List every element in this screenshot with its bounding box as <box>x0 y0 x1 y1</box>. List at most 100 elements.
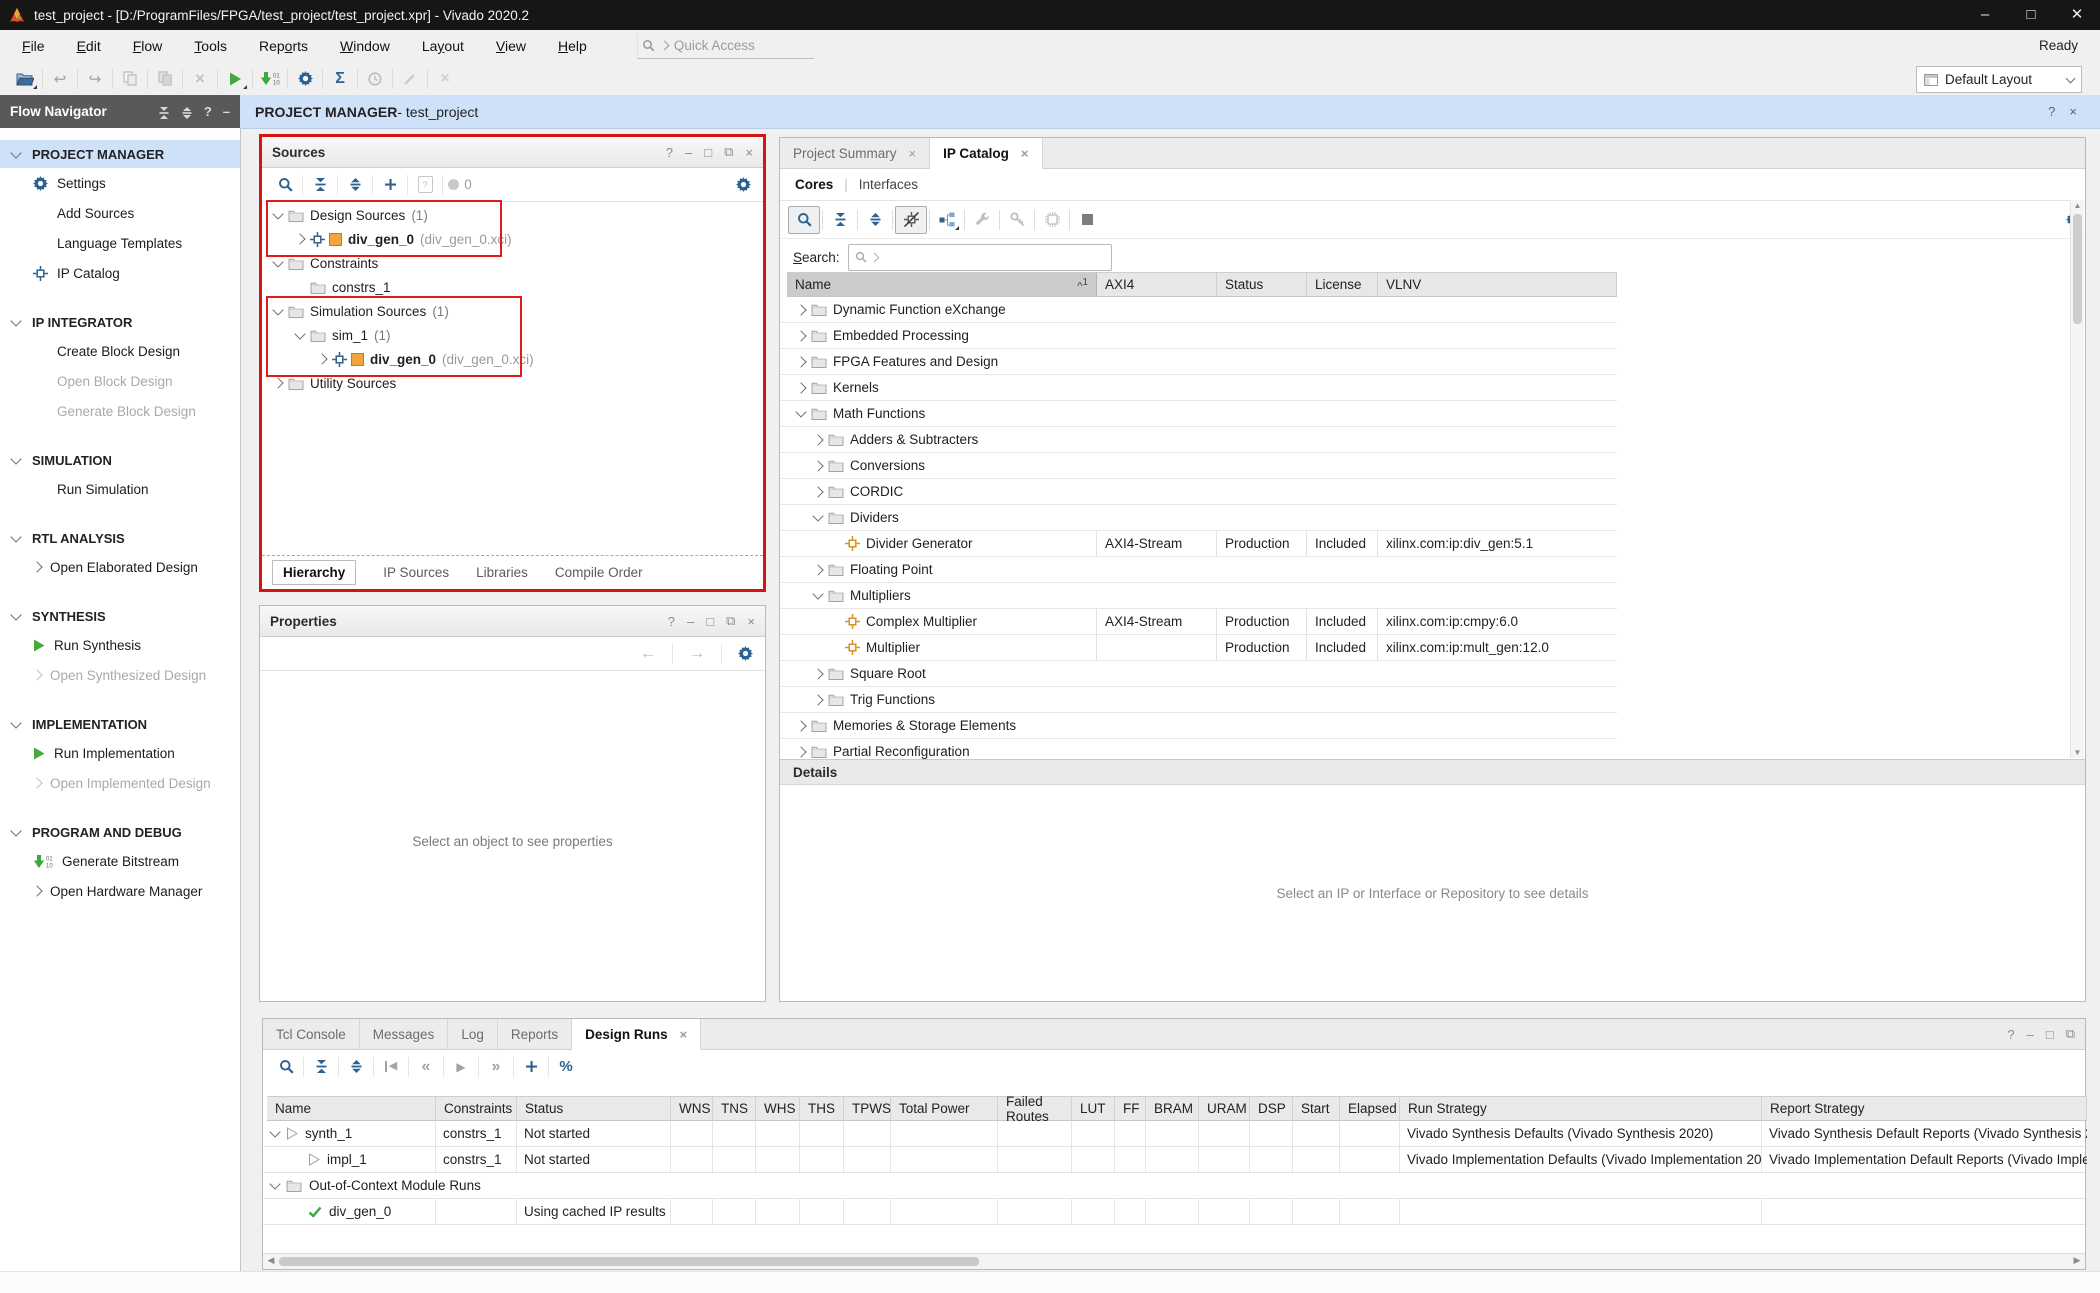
catalog-row-dynamic-function-exchange[interactable]: Dynamic Function eXchange <box>780 297 1617 323</box>
catalog-row-divider-generator[interactable]: Divider GeneratorAXI4-StreamProductionIn… <box>780 531 1617 557</box>
step-back-button[interactable]: « <box>411 1054 441 1080</box>
run-row-synth-1[interactable]: synth_1constrs_1Not startedVivado Synthe… <box>263 1121 2085 1147</box>
column-header-uram[interactable]: URAM <box>1199 1096 1250 1121</box>
flownav-section-header-ip-integrator[interactable]: IP INTEGRATOR <box>0 308 240 336</box>
properties-doc-button[interactable]: ? <box>410 172 440 198</box>
tab-ip-catalog[interactable]: IP Catalog× <box>930 138 1042 169</box>
source-tree-item-utility-sources[interactable]: Utility Sources <box>262 371 763 395</box>
chevron-down-icon[interactable] <box>294 328 305 339</box>
elapsed-time-button[interactable] <box>360 66 390 92</box>
column-header-axi4[interactable]: AXI4 <box>1097 272 1217 297</box>
column-header-start[interactable]: Start <box>1293 1096 1340 1121</box>
help-icon[interactable]: ? <box>204 104 212 119</box>
vertical-scrollbar[interactable]: ▲ ▼ <box>2070 200 2084 758</box>
paste-button[interactable] <box>150 66 180 92</box>
layout-selector[interactable]: Default Layout <box>1916 66 2082 93</box>
play-button[interactable]: ▶ <box>446 1054 476 1080</box>
column-header-status[interactable]: Status <box>1217 272 1307 297</box>
minimize-icon[interactable]: – <box>687 614 694 629</box>
maximize-icon[interactable]: □ <box>2008 0 2054 30</box>
add-button[interactable] <box>375 172 405 198</box>
expand-all-button[interactable] <box>860 207 890 233</box>
close-icon[interactable]: × <box>680 1027 688 1042</box>
source-tree-item-design-sources[interactable]: Design Sources(1) <box>262 203 763 227</box>
chevron-right-icon[interactable] <box>795 356 806 367</box>
column-header-license[interactable]: License <box>1307 272 1378 297</box>
scroll-right-icon[interactable]: ▶ <box>2070 1255 2084 1266</box>
sources-tab-ip-sources[interactable]: IP Sources <box>383 565 449 580</box>
menu-view[interactable]: View <box>480 38 542 54</box>
chevron-right-icon[interactable] <box>812 694 823 705</box>
run-row-out-of-context-module-runs[interactable]: Out-of-Context Module Runs <box>263 1173 2085 1199</box>
menu-help[interactable]: Help <box>542 38 603 54</box>
help-icon[interactable]: ? <box>668 614 675 629</box>
search-button[interactable] <box>788 206 820 234</box>
catalog-row-cordic[interactable]: CORDIC <box>780 479 1617 505</box>
report-sum-button[interactable]: Σ <box>325 66 355 92</box>
collapse-all-button[interactable] <box>825 207 855 233</box>
flownav-section-header-simulation[interactable]: SIMULATION <box>0 446 240 474</box>
flownav-item-create-block-design[interactable]: Create Block Design <box>0 336 240 366</box>
chevron-right-icon[interactable] <box>795 746 806 757</box>
flownav-section-header-rtl-analysis[interactable]: RTL ANALYSIS <box>0 524 240 552</box>
source-tree-item-constraints[interactable]: Constraints <box>262 251 763 275</box>
help-icon[interactable]: ? <box>666 145 673 160</box>
panel-settings-button[interactable] <box>736 177 755 192</box>
expand-all-button[interactable] <box>340 172 370 198</box>
scroll-up-icon[interactable]: ▲ <box>2071 201 2084 210</box>
column-header-report-strategy[interactable]: Report Strategy <box>1762 1096 2087 1121</box>
tab-reports[interactable]: Reports <box>498 1019 572 1049</box>
column-header-ff[interactable]: FF <box>1115 1096 1146 1121</box>
catalog-row-adders-subtracters[interactable]: Adders & Subtracters <box>780 427 1617 453</box>
close-icon[interactable]: × <box>2069 104 2077 119</box>
column-header-whs[interactable]: WHS <box>756 1096 800 1121</box>
maximize-icon[interactable]: □ <box>706 614 714 629</box>
subtab-interfaces[interactable]: Interfaces <box>859 177 918 192</box>
redo-button[interactable]: ↪ <box>80 66 110 92</box>
menu-window[interactable]: Window <box>324 38 406 54</box>
edit-button[interactable] <box>395 66 425 92</box>
chevron-down-icon[interactable] <box>272 208 283 219</box>
tab-log[interactable]: Log <box>448 1019 498 1049</box>
flownav-item-generate-bitstream[interactable]: 0110Generate Bitstream <box>0 846 240 876</box>
catalog-row-multipliers[interactable]: Multipliers <box>780 583 1617 609</box>
menu-flow[interactable]: Flow <box>117 38 179 54</box>
float-icon[interactable]: ⧉ <box>726 613 735 629</box>
column-header-status[interactable]: Status <box>517 1096 671 1121</box>
expand-all-button[interactable] <box>341 1054 371 1080</box>
flownav-section-header-program-and-debug[interactable]: PROGRAM AND DEBUG <box>0 818 240 846</box>
run-row-div-gen-0[interactable]: div_gen_0Using cached IP results <box>263 1199 2085 1225</box>
collapse-all-button[interactable] <box>306 1054 336 1080</box>
chevron-down-icon[interactable] <box>272 256 283 267</box>
chevron-down-icon[interactable] <box>272 304 283 315</box>
flownav-item-open-hardware-manager[interactable]: Open Hardware Manager <box>0 876 240 906</box>
panel-settings-button[interactable] <box>738 646 753 662</box>
close-icon[interactable]: × <box>1021 146 1029 161</box>
expand-all-icon[interactable] <box>181 104 193 119</box>
cancel-button[interactable]: × <box>430 66 460 92</box>
quick-access-search[interactable]: Quick Access <box>637 34 814 59</box>
chevron-right-icon[interactable] <box>812 668 823 679</box>
chevron-right-icon[interactable] <box>795 304 806 315</box>
chip-button[interactable] <box>1037 207 1067 233</box>
float-icon[interactable]: ⧉ <box>2066 1026 2075 1042</box>
column-header-dsp[interactable]: DSP <box>1250 1096 1293 1121</box>
chevron-right-icon[interactable] <box>812 460 823 471</box>
column-header-ths[interactable]: THS <box>800 1096 844 1121</box>
catalog-row-floating-point[interactable]: Floating Point <box>780 557 1617 583</box>
tab-tcl-console[interactable]: Tcl Console <box>263 1019 360 1049</box>
source-tree-item-sim-1[interactable]: sim_1(1) <box>262 323 763 347</box>
catalog-row-multiplier[interactable]: MultiplierProductionIncludedxilinx.com:i… <box>780 635 1617 661</box>
minimize-icon[interactable]: – <box>2027 1027 2034 1042</box>
search-input[interactable] <box>848 244 1112 271</box>
catalog-row-square-root[interactable]: Square Root <box>780 661 1617 687</box>
menu-reports[interactable]: Reports <box>243 38 324 54</box>
flownav-item-add-sources[interactable]: Add Sources <box>0 198 240 228</box>
column-header-failed-routes[interactable]: Failed Routes <box>998 1096 1072 1121</box>
search-button[interactable] <box>270 172 300 198</box>
chevron-right-icon[interactable] <box>795 720 806 731</box>
scroll-left-icon[interactable]: ◀ <box>264 1255 278 1266</box>
repository-wrench-button[interactable] <box>967 207 997 233</box>
open-project-button[interactable] <box>10 66 40 92</box>
report-count-button[interactable]: 0 <box>445 172 475 198</box>
